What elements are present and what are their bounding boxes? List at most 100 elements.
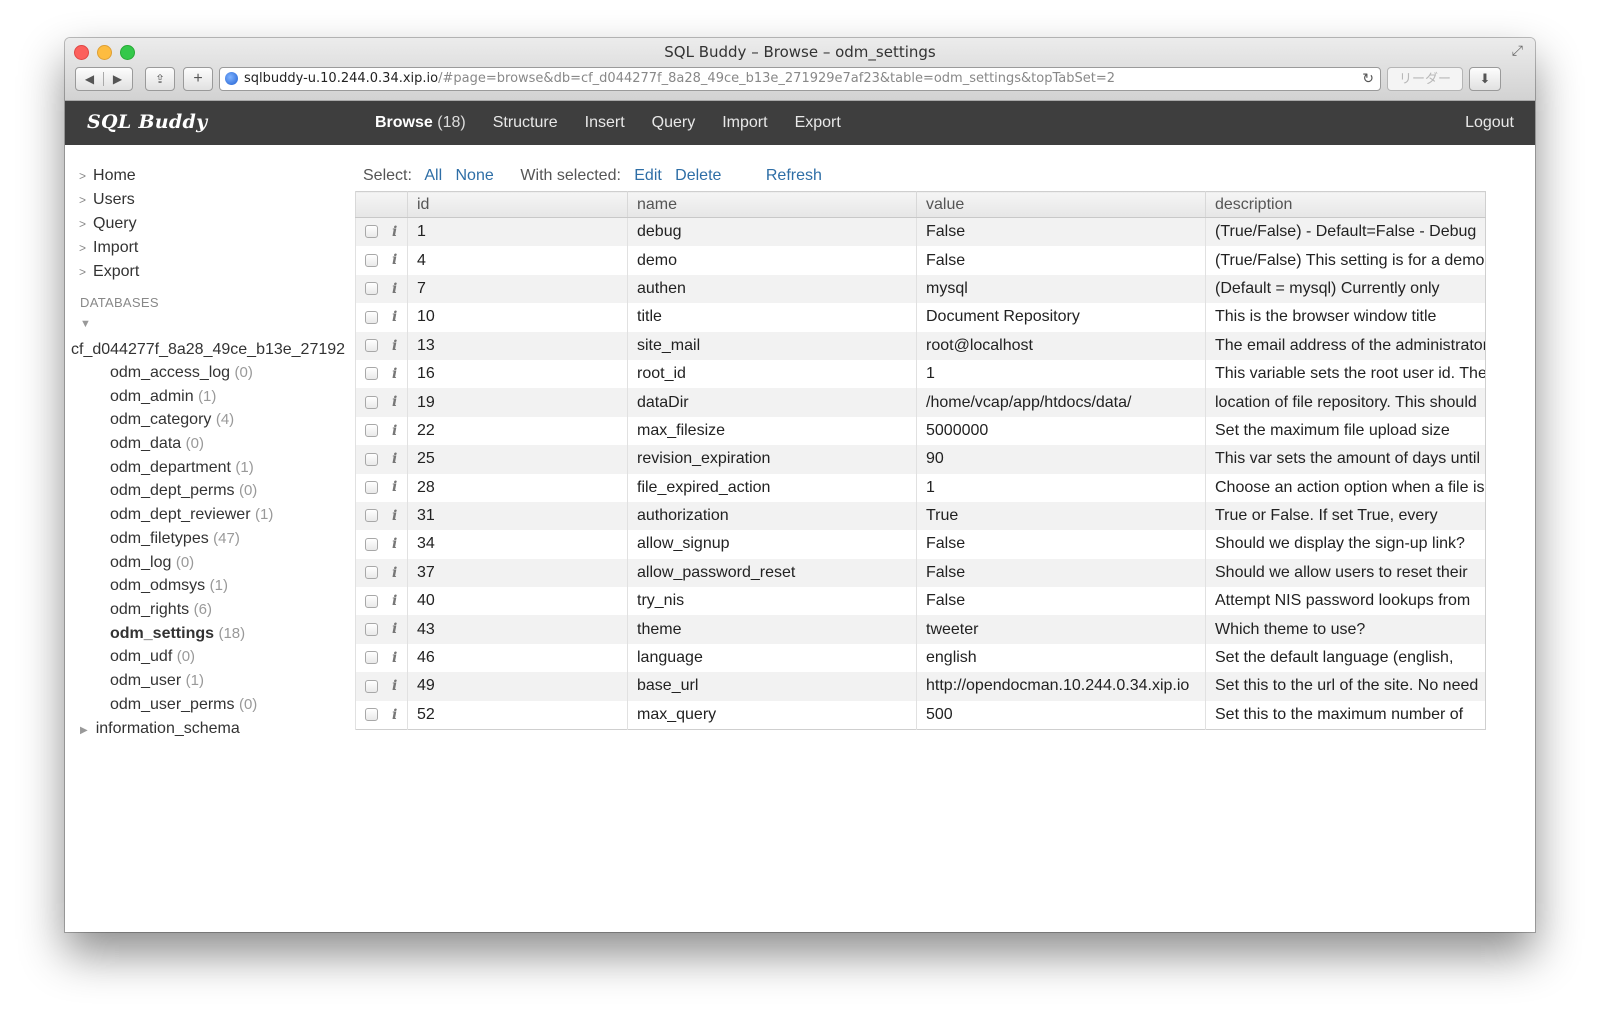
- table-row[interactable]: i 28 file_expired_action 1 Choose an action …: [355, 473, 1486, 502]
- info-icon[interactable]: i: [392, 479, 397, 495]
- table-row[interactable]: i 22 max_filesize 5000000 Set the maximum fi…: [355, 416, 1486, 446]
- sidebar-table-odm-user[interactable]: odm_user (1): [110, 672, 273, 696]
- row-checkbox[interactable]: [365, 367, 378, 381]
- back-icon[interactable]: ◀: [76, 72, 103, 86]
- tab-export[interactable]: Export: [795, 101, 841, 145]
- tab-structure[interactable]: Structure: [493, 101, 558, 145]
- info-icon[interactable]: i: [392, 536, 397, 552]
- row-checkbox[interactable]: [365, 708, 378, 722]
- row-checkbox[interactable]: [365, 594, 378, 608]
- delete-link[interactable]: Delete: [675, 167, 721, 184]
- row-checkbox[interactable]: [365, 395, 378, 409]
- info-icon[interactable]: i: [392, 650, 397, 666]
- table-row[interactable]: i 40 try_nis False Attempt NIS password look…: [355, 587, 1486, 616]
- table-row[interactable]: i 52 max_query 500 Set this to the maximum n…: [355, 700, 1486, 730]
- table-row[interactable]: i 31 authorization True True or False. If se…: [355, 501, 1486, 531]
- info-icon[interactable]: i: [392, 366, 397, 382]
- tab-import[interactable]: Import: [722, 101, 767, 145]
- downloads-button[interactable]: ⬇: [1469, 67, 1501, 91]
- sidebar-table-odm-dept-perms[interactable]: odm_dept_perms (0): [110, 482, 273, 506]
- reader-button[interactable]: リーダー: [1387, 67, 1463, 91]
- tab-browse[interactable]: Browse (18): [375, 101, 466, 145]
- sidebar-table-odm-category[interactable]: odm_category (4): [110, 411, 273, 435]
- row-checkbox[interactable]: [365, 424, 378, 438]
- table-row[interactable]: i 7 authen mysql (Default = mysql) Currently…: [355, 274, 1486, 304]
- sidebar-item-home[interactable]: > Home: [79, 167, 139, 191]
- share-button[interactable]: ⇪: [145, 67, 175, 91]
- sidebar-table-odm-rights[interactable]: odm_rights (6): [110, 601, 273, 625]
- column-header-id[interactable]: id: [407, 191, 628, 218]
- select-all-link[interactable]: All: [424, 167, 442, 184]
- column-header-description[interactable]: description: [1205, 191, 1486, 218]
- table-row[interactable]: i 10 title Document Repository This is the b…: [355, 303, 1486, 332]
- sidebar-table-odm-data[interactable]: odm_data (0): [110, 435, 273, 459]
- sidebar-item-query[interactable]: > Query: [79, 215, 139, 239]
- info-icon[interactable]: i: [392, 423, 397, 439]
- sidebar-table-odm-udf[interactable]: odm_udf (0): [110, 648, 273, 672]
- row-checkbox[interactable]: [365, 651, 378, 665]
- row-checkbox[interactable]: [365, 622, 378, 636]
- table-row[interactable]: i 1 debug False (True/False) - Default=False…: [355, 217, 1486, 247]
- table-row[interactable]: i 4 demo False (True/False) This setting is …: [355, 246, 1486, 275]
- row-checkbox[interactable]: [365, 452, 378, 466]
- edit-link[interactable]: Edit: [634, 167, 662, 184]
- refresh-link[interactable]: Refresh: [766, 167, 822, 184]
- row-checkbox[interactable]: [365, 310, 378, 324]
- reload-icon[interactable]: ↻: [1362, 68, 1374, 90]
- sidebar-table-odm-user-perms[interactable]: odm_user_perms (0): [110, 696, 273, 720]
- row-checkbox[interactable]: [365, 679, 378, 693]
- table-row[interactable]: i 37 allow_password_reset False Should we al…: [355, 558, 1486, 588]
- fullscreen-icon[interactable]: ⤢: [1512, 42, 1523, 59]
- database-name[interactable]: cf_d044277f_8a28_49ce_b13e_27192: [71, 341, 345, 359]
- row-checkbox[interactable]: [365, 282, 378, 296]
- sidebar-table-odm-dept-reviewer[interactable]: odm_dept_reviewer (1): [110, 506, 273, 530]
- info-icon[interactable]: i: [392, 338, 397, 354]
- info-icon[interactable]: i: [392, 281, 397, 297]
- column-header-name[interactable]: name: [627, 191, 917, 218]
- info-icon[interactable]: i: [392, 252, 397, 268]
- row-checkbox[interactable]: [365, 509, 378, 523]
- info-icon[interactable]: i: [392, 451, 397, 467]
- sidebar-table-odm-odmsys[interactable]: odm_odmsys (1): [110, 577, 273, 601]
- tab-insert[interactable]: Insert: [585, 101, 625, 145]
- logout-link[interactable]: Logout: [1465, 101, 1514, 145]
- info-icon[interactable]: i: [392, 309, 397, 325]
- row-checkbox[interactable]: [365, 225, 378, 239]
- table-row[interactable]: i 49 base_url http://opendocman.10.244.0.34…: [355, 672, 1486, 701]
- info-icon[interactable]: i: [392, 224, 397, 240]
- new-tab-button[interactable]: +: [183, 67, 213, 91]
- row-checkbox[interactable]: [365, 566, 378, 580]
- info-icon[interactable]: i: [392, 394, 397, 410]
- table-row[interactable]: i 16 root_id 1 This variable sets the root u…: [355, 359, 1486, 389]
- tab-query[interactable]: Query: [652, 101, 696, 145]
- table-row[interactable]: i 34 allow_signup False Should we display th…: [355, 530, 1486, 559]
- table-row[interactable]: i 13 site_mail root@localhost The email addr…: [355, 331, 1486, 360]
- sidebar-table-odm-access-log[interactable]: odm_access_log (0): [110, 364, 273, 388]
- sidebar-table-odm-log[interactable]: odm_log (0): [110, 554, 273, 578]
- database-information-schema[interactable]: ▶ information_schema: [80, 720, 240, 738]
- address-bar[interactable]: sqlbuddy-u.10.244.0.34.xip.io/#page=brow…: [219, 67, 1381, 91]
- row-checkbox[interactable]: [365, 339, 378, 353]
- sidebar-item-users[interactable]: > Users: [79, 191, 139, 215]
- info-icon[interactable]: i: [392, 621, 397, 637]
- collapse-triangle-icon[interactable]: ▼: [80, 318, 91, 330]
- sidebar-item-import[interactable]: > Import: [79, 239, 139, 263]
- sidebar-table-odm-filetypes[interactable]: odm_filetypes (47): [110, 530, 273, 554]
- row-checkbox[interactable]: [365, 480, 378, 494]
- row-checkbox[interactable]: [365, 253, 378, 267]
- table-row[interactable]: i 43 theme tweeter Which theme to use?: [355, 615, 1486, 644]
- info-icon[interactable]: i: [392, 593, 397, 609]
- sidebar-table-odm-admin[interactable]: odm_admin (1): [110, 388, 273, 412]
- info-icon[interactable]: i: [392, 707, 397, 723]
- info-icon[interactable]: i: [392, 508, 397, 524]
- row-checkbox[interactable]: [365, 537, 378, 551]
- table-row[interactable]: i 46 language english Set the default langua…: [355, 643, 1486, 673]
- sidebar-item-export[interactable]: > Export: [79, 263, 139, 287]
- table-row[interactable]: i 19 dataDir/home/vcap/app/htdocs/data/loc…: [355, 388, 1486, 417]
- column-header-value[interactable]: value: [916, 191, 1206, 218]
- sidebar-table-odm-department[interactable]: odm_department (1): [110, 459, 273, 483]
- info-icon[interactable]: i: [392, 565, 397, 581]
- table-row[interactable]: i 25 revision_expiration 90 This var sets th…: [355, 445, 1486, 474]
- forward-icon[interactable]: ▶: [103, 72, 131, 86]
- info-icon[interactable]: i: [392, 678, 397, 694]
